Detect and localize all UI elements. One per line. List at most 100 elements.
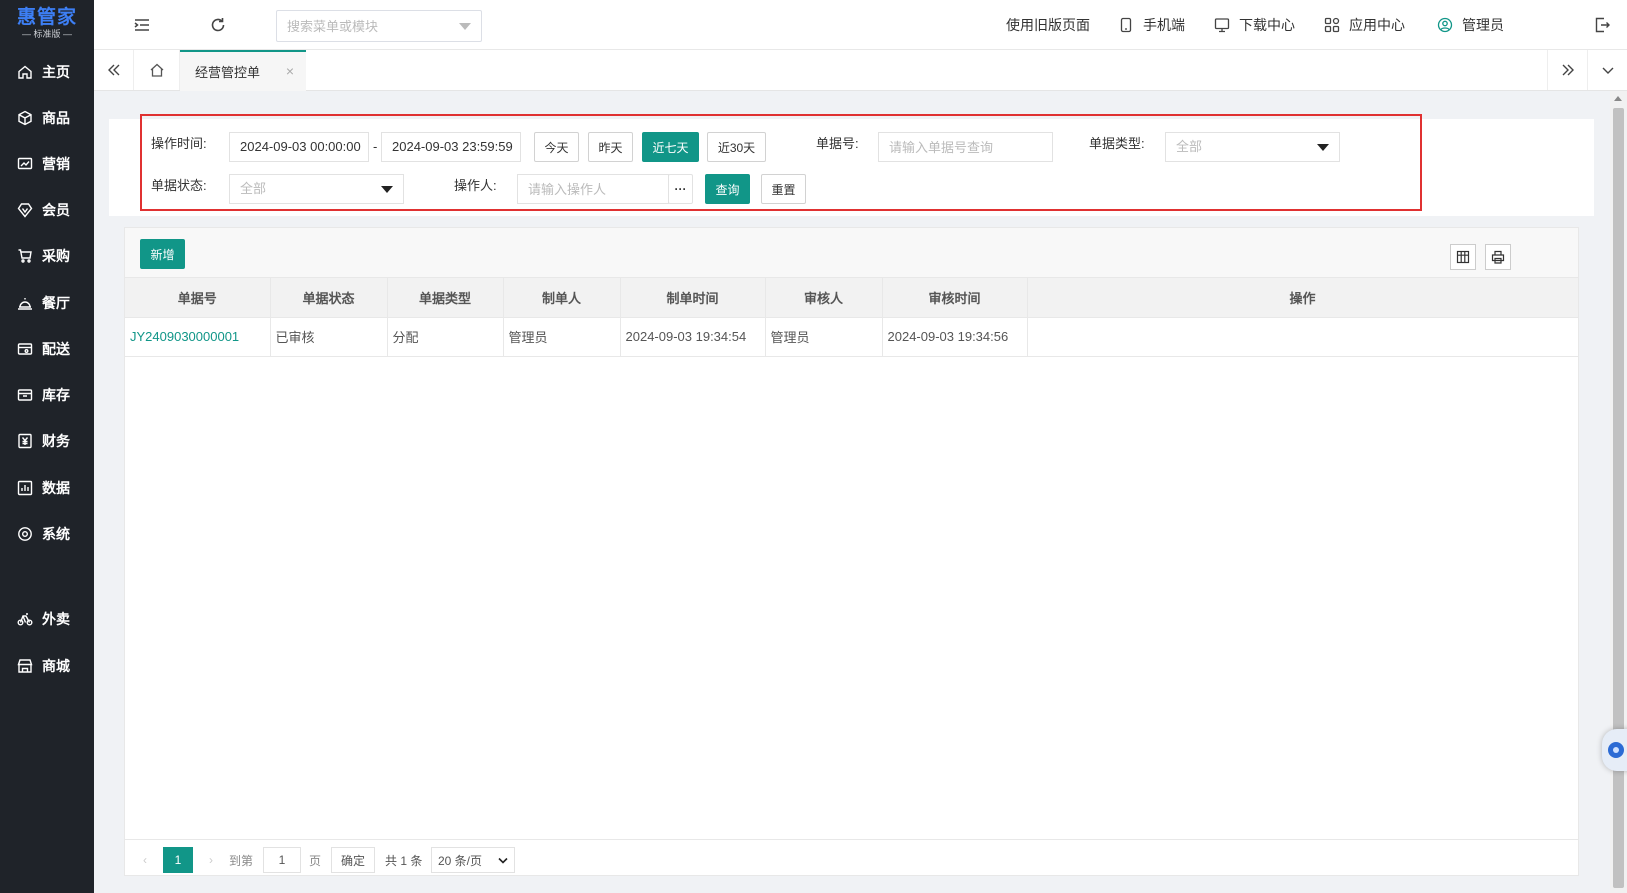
- close-icon[interactable]: ×: [286, 63, 294, 79]
- sidebar-item-label: 采购: [42, 248, 70, 264]
- reset-button[interactable]: 重置: [761, 174, 806, 204]
- chevron-down-icon: [498, 857, 508, 864]
- sidebar-item-inventory[interactable]: 库存: [0, 379, 94, 411]
- table-row[interactable]: JY2409030000001 已审核 分配 管理员 2024-09-03 19…: [125, 317, 1579, 357]
- app-center-label: 应用中心: [1349, 17, 1405, 33]
- bike-icon: [17, 613, 33, 626]
- tab-scroll-right-button[interactable]: [1547, 50, 1587, 90]
- column-header[interactable]: 制单人: [503, 278, 621, 318]
- table-cell: 管理员: [503, 317, 621, 357]
- column-header[interactable]: 单据状态: [270, 278, 388, 318]
- sidebar-item-delivery[interactable]: 配送: [0, 333, 94, 365]
- sidebar-item-purchase[interactable]: 采购: [0, 240, 94, 272]
- column-header[interactable]: 审核人: [765, 278, 883, 318]
- sidebar-item-takeout[interactable]: 外卖: [0, 603, 94, 635]
- menu-search-input[interactable]: [277, 11, 447, 41]
- column-header[interactable]: 单据号: [125, 278, 271, 318]
- double-chevron-left-icon: [107, 64, 119, 76]
- next-page-icon[interactable]: ›: [203, 847, 219, 873]
- goto-page-input[interactable]: 1: [263, 847, 301, 873]
- caret-down-icon: [1317, 144, 1329, 151]
- add-button[interactable]: 新增: [140, 239, 185, 269]
- gear-icon: [18, 527, 32, 541]
- status-value: 全部: [240, 181, 267, 196]
- download-center-link[interactable]: 下载中心: [1214, 0, 1295, 50]
- truck-icon: [17, 343, 33, 355]
- column-header[interactable]: 制单时间: [620, 278, 766, 318]
- column-header[interactable]: 审核时间: [882, 278, 1028, 318]
- sidebar-item-home[interactable]: 主页: [0, 56, 94, 88]
- sidebar-item-restaurant[interactable]: 餐厅: [0, 287, 94, 319]
- pagination: ‹ 1 › 到第 1 页 确定 共 1 条 20 条/页: [125, 839, 1578, 875]
- brand-name: 惠管家: [16, 7, 77, 28]
- sidebar-item-data[interactable]: 数据: [0, 472, 94, 504]
- operator-picker-button[interactable]: ···: [668, 174, 693, 204]
- app-center-link[interactable]: 应用中心: [1324, 0, 1405, 50]
- yesterday-button[interactable]: 昨天: [588, 132, 633, 162]
- caret-down-icon: [381, 186, 393, 193]
- mobile-label: 手机端: [1143, 17, 1185, 33]
- operator-input[interactable]: [517, 174, 669, 204]
- op-time-label: 操作时间:: [151, 136, 207, 151]
- edition-label: — 标准版 —: [21, 29, 72, 39]
- prev-page-icon[interactable]: ‹: [137, 847, 153, 873]
- menu-search-select[interactable]: [276, 10, 482, 42]
- apps-grid-icon: [1324, 17, 1340, 33]
- column-filter-button[interactable]: [1450, 244, 1476, 270]
- doc-no-label: 单据号:: [816, 136, 859, 151]
- diamond-icon: [17, 203, 33, 218]
- doc-no-link[interactable]: JY2409030000001: [125, 317, 271, 357]
- tab-business-control[interactable]: 经营管控单 ×: [180, 50, 306, 91]
- scroll-up-icon[interactable]: [1614, 96, 1622, 101]
- page-1-button[interactable]: 1: [163, 847, 193, 873]
- download-center-label: 下载中心: [1239, 17, 1295, 33]
- doc-no-input[interactable]: [878, 132, 1053, 162]
- sidebar-item-mall[interactable]: 商城: [0, 650, 94, 682]
- refresh-icon[interactable]: [208, 15, 228, 35]
- page-scrollbar[interactable]: [1610, 91, 1627, 893]
- menu-fold-icon[interactable]: [132, 15, 152, 35]
- tab-home[interactable]: [134, 50, 180, 90]
- mobile-link[interactable]: 手机端: [1118, 0, 1185, 50]
- query-button[interactable]: 查询: [705, 174, 750, 204]
- user-menu[interactable]: 管理员: [1437, 0, 1504, 50]
- floating-assistant[interactable]: [1602, 729, 1627, 771]
- last-30-days-button[interactable]: 近30天: [707, 132, 766, 162]
- old-page-link[interactable]: 使用旧版页面: [1006, 0, 1090, 50]
- column-header[interactable]: 单据类型: [387, 278, 504, 318]
- sidebar-item-finance[interactable]: 财务: [0, 425, 94, 457]
- sidebar-item-marketing[interactable]: 营销: [0, 148, 94, 180]
- page-size-select[interactable]: 20 条/页: [431, 847, 515, 873]
- end-time-input[interactable]: 2024-09-03 23:59:59: [381, 132, 521, 162]
- table-cell: 分配: [387, 317, 504, 357]
- sidebar-item-member[interactable]: 会员: [0, 194, 94, 226]
- table-cell: 2024-09-03 19:34:54: [620, 317, 766, 357]
- tab-menu-button[interactable]: [1587, 50, 1627, 90]
- total-count: 共 1 条: [385, 853, 423, 868]
- scrollbar-thumb[interactable]: [1613, 108, 1624, 888]
- last-7-days-button[interactable]: 近七天: [642, 132, 699, 162]
- tab-scroll-left-button[interactable]: [94, 50, 134, 90]
- sidebar-item-system[interactable]: 系统: [0, 518, 94, 550]
- home-icon: [18, 65, 32, 79]
- goto-confirm-button[interactable]: 确定: [331, 847, 375, 873]
- doc-type-select[interactable]: 全部: [1165, 132, 1340, 162]
- user-name: 管理员: [1462, 17, 1504, 33]
- logout-icon[interactable]: [1593, 16, 1611, 34]
- sidebar-item-goods[interactable]: 商品: [0, 102, 94, 134]
- today-button[interactable]: 今天: [534, 132, 579, 162]
- sidebar-item-label: 配送: [42, 341, 70, 357]
- print-button[interactable]: [1485, 244, 1511, 270]
- yen-icon: [18, 433, 32, 449]
- doc-type-value: 全部: [1176, 139, 1203, 154]
- logo[interactable]: 惠管家 — 标准版 —: [0, 0, 94, 48]
- chevron-down-icon: [1602, 67, 1613, 74]
- sidebar-item-label: 系统: [42, 526, 70, 542]
- status-select[interactable]: 全部: [229, 174, 404, 204]
- double-chevron-right-icon: [1562, 64, 1574, 76]
- tab-bar: 经营管控单 ×: [94, 50, 1627, 91]
- print-icon: [1491, 250, 1505, 264]
- monitor-icon: [1214, 18, 1230, 33]
- range-separator: -: [373, 139, 378, 154]
- start-time-input[interactable]: 2024-09-03 00:00:00: [229, 132, 369, 162]
